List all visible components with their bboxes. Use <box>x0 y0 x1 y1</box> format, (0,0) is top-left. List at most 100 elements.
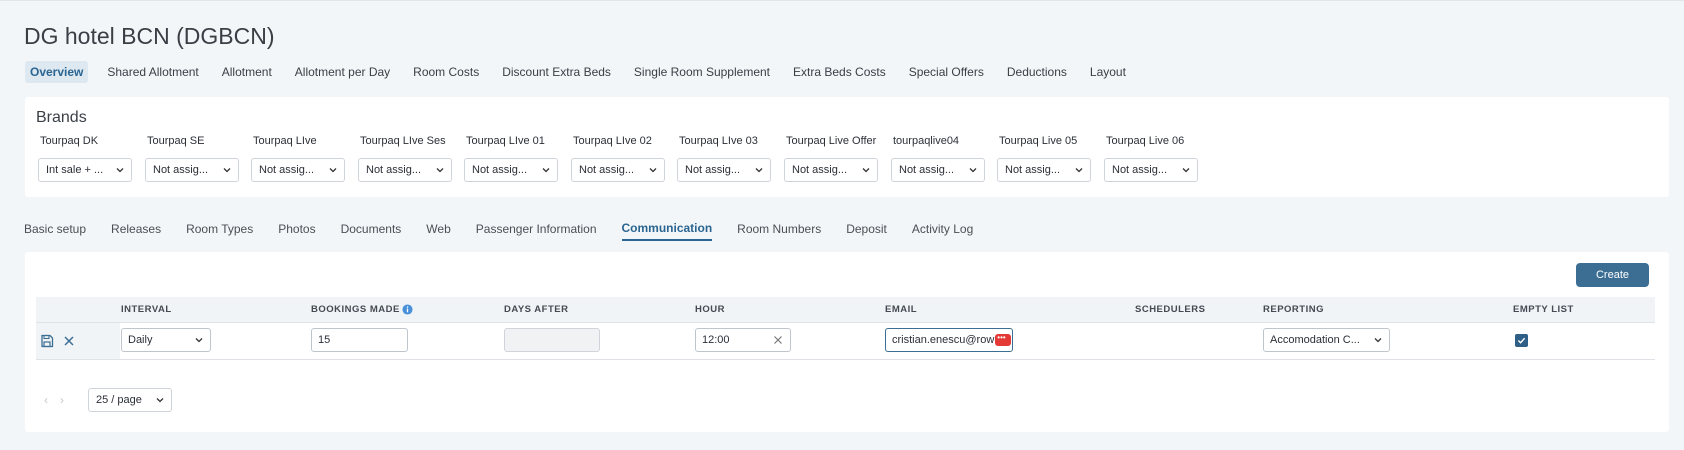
tab-basic-setup[interactable]: Basic setup <box>24 222 86 240</box>
redaction-mark <box>995 333 1012 346</box>
brand-select[interactable]: Not assig... <box>677 158 771 182</box>
column-schedulers: SCHEDULERS <box>1135 304 1206 315</box>
brand-select-value: Not assig... <box>153 164 209 176</box>
column-days-after: DAYS AFTER <box>504 304 569 315</box>
tab-room-costs[interactable]: Room Costs <box>402 61 490 83</box>
brand-tourpaq-dk: Tourpaq DK Int sale + ... <box>38 135 134 182</box>
reporting-select[interactable]: Accomodation C... <box>1263 328 1390 352</box>
brand-label: Tourpaq DK <box>40 135 99 147</box>
column-empty-list: EMPTY LIST <box>1513 304 1574 315</box>
chevron-down-icon <box>542 168 550 173</box>
brand-select[interactable]: Not assig... <box>997 158 1091 182</box>
brand-label: Tourpaq SE <box>147 135 205 147</box>
bookings-made-input[interactable]: 15 <box>311 328 408 352</box>
email-value: cristian.enescu@row <box>892 334 995 346</box>
save-icon[interactable] <box>39 333 55 349</box>
top-nav: Overview Shared Allotment Allotment Allo… <box>25 61 1138 83</box>
tab-activity-log[interactable]: Activity Log <box>912 222 973 240</box>
brand-tourpaq-live-06: Tourpaq Live 06 Not assig... <box>1104 135 1200 182</box>
info-icon[interactable] <box>402 304 413 315</box>
chevron-down-icon <box>156 398 164 403</box>
chevron-down-icon <box>436 168 444 173</box>
brand-label: Tourpaq LIve <box>253 135 317 147</box>
column-reporting: REPORTING <box>1263 304 1324 315</box>
table-header: INTERVAL BOOKINGS MADE DAYS AFTER HOUR E… <box>36 297 1655 323</box>
next-page-button[interactable]: › <box>60 393 76 407</box>
chevron-down-icon <box>1075 168 1083 173</box>
brand-select[interactable]: Not assig... <box>571 158 665 182</box>
brand-select-value: Not assig... <box>685 164 741 176</box>
hour-input[interactable]: 12:00 <box>695 328 791 352</box>
brand-select-value: Not assig... <box>259 164 315 176</box>
chevron-down-icon <box>862 168 870 173</box>
tab-web[interactable]: Web <box>426 222 450 240</box>
tab-overview[interactable]: Overview <box>25 61 89 83</box>
brand-select-value: Not assig... <box>1005 164 1061 176</box>
chevron-down-icon <box>223 168 231 173</box>
tab-room-numbers[interactable]: Room Numbers <box>737 222 821 240</box>
brand-select[interactable]: Not assig... <box>784 158 878 182</box>
clear-icon[interactable] <box>773 335 783 345</box>
chevron-down-icon <box>969 168 977 173</box>
brand-select[interactable]: Not assig... <box>891 158 985 182</box>
brand-tourpaq-live-05: Tourpaq Live 05 Not assig... <box>997 135 1093 182</box>
tab-photos[interactable]: Photos <box>278 222 315 240</box>
tab-shared-allotment[interactable]: Shared Allotment <box>96 61 209 83</box>
tab-communication[interactable]: Communication <box>621 221 713 241</box>
brands-title: Brands <box>36 109 87 126</box>
chevron-down-icon <box>329 168 337 173</box>
brand-label: tourpaqlive04 <box>893 135 960 147</box>
create-button[interactable]: Create <box>1576 263 1649 287</box>
brand-tourpaq-live-offer: Tourpaq Live Offer Not assig... <box>784 135 880 182</box>
tab-special-offers[interactable]: Special Offers <box>898 61 995 83</box>
brand-select-value: Not assig... <box>579 164 635 176</box>
chevron-down-icon <box>1374 338 1382 343</box>
tab-layout[interactable]: Layout <box>1079 61 1137 83</box>
tab-extra-beds-costs[interactable]: Extra Beds Costs <box>782 61 897 83</box>
sub-tabs: Basic setup Releases Room Types Photos D… <box>24 221 998 241</box>
brand-label: Tourpaq LIve 02 <box>573 135 652 147</box>
hour-value: 12:00 <box>702 334 730 346</box>
tab-passenger-information[interactable]: Passenger Information <box>476 222 597 240</box>
tab-discount-extra-beds[interactable]: Discount Extra Beds <box>491 61 622 83</box>
tab-deductions[interactable]: Deductions <box>996 61 1078 83</box>
brand-tourpaq-live-03: Tourpaq LIve 03 Not assig... <box>677 135 773 182</box>
pagination: ‹ › 25 / page <box>44 388 172 412</box>
table-row: Daily 15 12:00 cristian.enescu@row Accom… <box>36 323 1655 360</box>
brand-label: Tourpaq LIve 01 <box>466 135 545 147</box>
brand-select[interactable]: Not assig... <box>145 158 239 182</box>
chevron-down-icon <box>755 168 763 173</box>
prev-page-button[interactable]: ‹ <box>44 393 60 407</box>
brand-select[interactable]: Not assig... <box>1104 158 1198 182</box>
brand-tourpaq-live: Tourpaq LIve Not assig... <box>251 135 347 182</box>
brand-select[interactable]: Not assig... <box>358 158 452 182</box>
brand-tourpaqlive04: tourpaqlive04 Not assig... <box>891 135 987 182</box>
tab-allotment[interactable]: Allotment <box>211 61 283 83</box>
brand-select[interactable]: Not assig... <box>464 158 558 182</box>
column-interval: INTERVAL <box>121 304 172 315</box>
chevron-down-icon <box>116 168 124 173</box>
tab-releases[interactable]: Releases <box>111 222 161 240</box>
tab-room-types[interactable]: Room Types <box>186 222 253 240</box>
brand-label: Tourpaq LIve 03 <box>679 135 758 147</box>
tab-deposit[interactable]: Deposit <box>846 222 887 240</box>
tab-single-room-supplement[interactable]: Single Room Supplement <box>623 61 781 83</box>
brand-select[interactable]: Int sale + ... <box>38 158 132 182</box>
tab-allotment-per-day[interactable]: Allotment per Day <box>284 61 401 83</box>
page-size-select[interactable]: 25 / page <box>88 388 172 412</box>
check-icon <box>1517 337 1526 344</box>
brand-select[interactable]: Not assig... <box>251 158 345 182</box>
chevron-down-icon <box>649 168 657 173</box>
close-icon[interactable] <box>61 333 77 349</box>
empty-list-checkbox[interactable] <box>1515 334 1528 347</box>
brand-label: Tourpaq Live 05 <box>999 135 1078 147</box>
communication-panel: Create INTERVAL BOOKINGS MADE DAYS AFTER… <box>25 252 1669 432</box>
reporting-value: Accomodation C... <box>1270 334 1360 346</box>
interval-select[interactable]: Daily <box>121 328 211 352</box>
brand-select-value: Not assig... <box>792 164 848 176</box>
brand-tourpaq-live-02: Tourpaq LIve 02 Not assig... <box>571 135 667 182</box>
days-after-input <box>504 328 600 352</box>
tab-documents[interactable]: Documents <box>341 222 402 240</box>
interval-value: Daily <box>128 334 153 346</box>
email-field[interactable]: cristian.enescu@row <box>885 328 1013 352</box>
